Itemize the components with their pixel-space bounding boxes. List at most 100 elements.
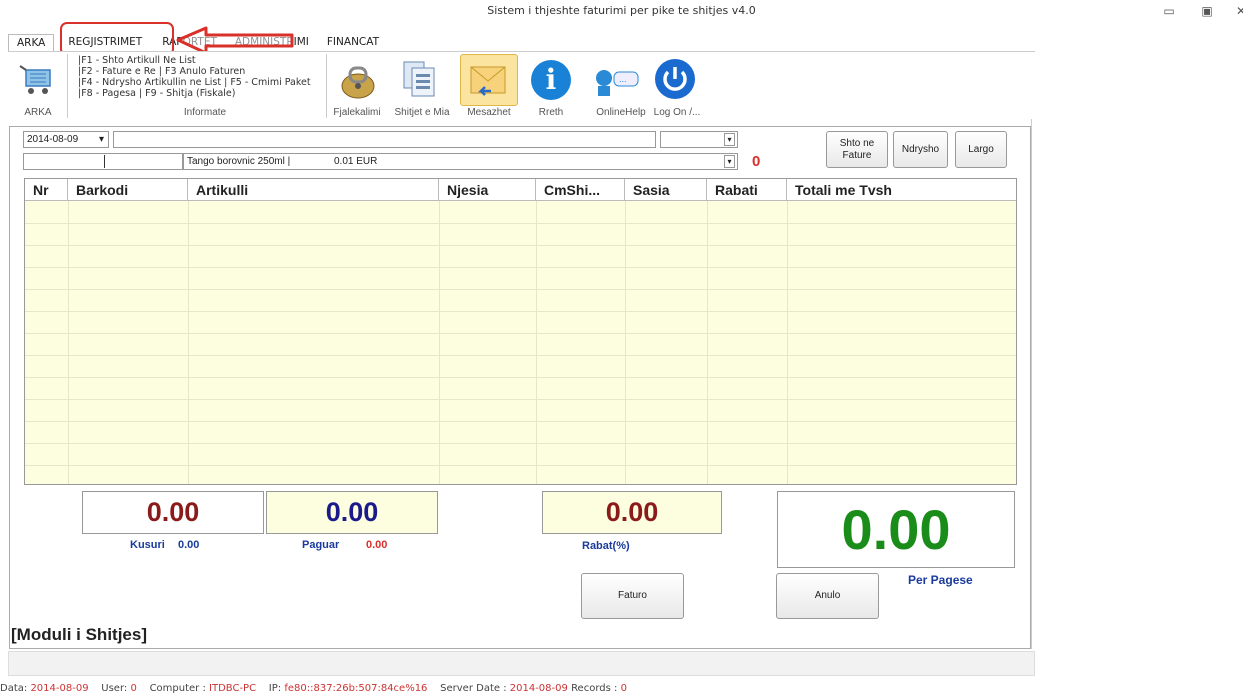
change-label: Kusuri bbox=[130, 539, 165, 551]
date-value: 2014-08-09 bbox=[27, 134, 79, 145]
item-count: 0 bbox=[752, 153, 761, 170]
dropdown-arrow-icon[interactable]: ▾ bbox=[724, 155, 735, 168]
module-title: [Moduli i Shitjes] bbox=[11, 625, 147, 644]
barcode-input[interactable] bbox=[113, 131, 656, 148]
status-date-value: 2014-08-09 bbox=[30, 683, 89, 694]
status-computer-value: ITDBC-PC bbox=[209, 683, 257, 694]
grid-column-line bbox=[787, 201, 788, 484]
dropdown-arrow-icon[interactable]: ▾ bbox=[724, 133, 735, 146]
ribbon-separator bbox=[326, 54, 327, 118]
column-header[interactable]: Sasia bbox=[625, 179, 707, 201]
right-panel bbox=[1031, 119, 1243, 649]
paid-value: 0.00 bbox=[366, 539, 388, 551]
bottom-strip bbox=[8, 651, 1035, 676]
add-to-invoice-button[interactable]: Shto ne Fature bbox=[826, 131, 888, 168]
status-records-label: Records : bbox=[571, 683, 618, 694]
status-bar: Data: 2014-08-09 User: 0 Computer : ITDB… bbox=[0, 683, 627, 694]
shortcut-line-1: |F1 - Shto Artikull Ne List bbox=[78, 55, 196, 66]
grid-header: Nr Barkodi Artikulli Njesia CmShi... Sas… bbox=[25, 179, 1016, 201]
ribbon-arka-label: ARKA bbox=[24, 107, 52, 118]
column-header[interactable]: Rabati bbox=[707, 179, 787, 201]
shortcut-line-2: |F2 - Fature e Re | F3 Anulo Faturen bbox=[78, 66, 246, 77]
info-icon[interactable]: i bbox=[531, 60, 571, 100]
invoice-button[interactable]: Faturo bbox=[581, 573, 684, 619]
password-lock-icon[interactable] bbox=[336, 58, 380, 102]
text-cursor bbox=[104, 155, 105, 168]
status-computer-label: Computer : bbox=[149, 683, 206, 694]
grid-column-line bbox=[439, 201, 440, 484]
status-user-label: User: bbox=[101, 683, 128, 694]
paid-label: Paguar bbox=[302, 539, 340, 551]
column-header[interactable]: Njesia bbox=[439, 179, 536, 201]
online-help-icon[interactable]: ... bbox=[594, 64, 640, 98]
grid-row-line bbox=[25, 245, 1016, 246]
log-on-button-label[interactable]: Log On /... bbox=[652, 107, 702, 118]
status-server-date-value: 2014-08-09 bbox=[509, 683, 568, 694]
remove-button[interactable]: Largo bbox=[955, 131, 1007, 168]
grid-row-line bbox=[25, 377, 1016, 378]
grid-column-line bbox=[707, 201, 708, 484]
discount-total[interactable]: 0.00 bbox=[542, 491, 722, 534]
status-records-value: 0 bbox=[620, 683, 627, 694]
grid-column-line bbox=[536, 201, 537, 484]
amount-due-label: Per Pagese bbox=[908, 573, 973, 587]
column-header[interactable]: Totali me Tvsh bbox=[787, 179, 1007, 201]
change-value: 0.00 bbox=[178, 539, 200, 551]
edit-button[interactable]: Ndrysho bbox=[893, 131, 948, 168]
svg-text:...: ... bbox=[619, 74, 627, 84]
shortcut-line-3: |F4 - Ndrysho Artikullin ne List | F5 - … bbox=[78, 77, 311, 88]
amount-due-total: 0.00 bbox=[777, 491, 1015, 568]
online-help-button-label[interactable]: OnlineHelp bbox=[590, 107, 652, 118]
maximize-icon[interactable]: ▣ bbox=[1198, 2, 1216, 20]
grid-row-line bbox=[25, 421, 1016, 422]
tab-financat[interactable]: FINANCAT bbox=[319, 34, 387, 51]
grid-column-line bbox=[68, 201, 69, 484]
ribbon-separator bbox=[67, 54, 68, 118]
unit-select[interactable]: ▾ bbox=[660, 131, 738, 148]
my-sales-icon[interactable] bbox=[400, 58, 444, 102]
messages-button-label[interactable]: Mesazhet bbox=[460, 107, 518, 118]
messages-icon[interactable] bbox=[460, 54, 518, 106]
paid-total[interactable]: 0.00 bbox=[266, 491, 438, 534]
grid-row-line bbox=[25, 399, 1016, 400]
invoice-grid[interactable]: Nr Barkodi Artikulli Njesia CmShi... Sas… bbox=[24, 178, 1017, 485]
chevron-down-icon[interactable]: ▾ bbox=[99, 132, 104, 147]
shopping-cart-icon[interactable] bbox=[18, 60, 58, 100]
status-server-date-label: Server Date : bbox=[440, 683, 507, 694]
tab-arka[interactable]: ARKA bbox=[8, 34, 55, 51]
change-total: 0.00 bbox=[82, 491, 264, 534]
status-ip-value: fe80::837:26b:507:84ce%16 bbox=[284, 683, 428, 694]
grid-row-line bbox=[25, 333, 1016, 334]
grid-row-line bbox=[25, 355, 1016, 356]
article-price: 0.01 EUR bbox=[334, 156, 378, 167]
grid-row-line bbox=[25, 289, 1016, 290]
grid-column-line bbox=[625, 201, 626, 484]
discount-label: Rabat(%) bbox=[582, 540, 630, 552]
grid-column-line bbox=[188, 201, 189, 484]
power-icon[interactable] bbox=[655, 59, 695, 99]
shortcut-line-4: |F8 - Pagesa | F9 - Shitja (Fiskale) bbox=[78, 88, 236, 99]
column-header[interactable]: CmShi... bbox=[536, 179, 625, 201]
grid-row-line bbox=[25, 223, 1016, 224]
cancel-button[interactable]: Anulo bbox=[776, 573, 879, 619]
minimize-icon[interactable]: ▭ bbox=[1160, 2, 1178, 20]
article-select[interactable]: Tango borovnic 250ml | 0.01 EUR ▾ bbox=[183, 153, 738, 170]
status-date-label: Data: bbox=[0, 683, 28, 694]
about-button-label[interactable]: Rreth bbox=[528, 107, 574, 118]
my-sales-button-label[interactable]: Shitjet e Mia bbox=[390, 107, 454, 118]
status-ip-label: IP: bbox=[268, 683, 282, 694]
column-header[interactable]: Barkodi bbox=[68, 179, 188, 201]
window-title: Sistem i thjeshte faturimi per pike te s… bbox=[487, 4, 756, 17]
shortcut-help: |F1 - Shto Artikull Ne List |F2 - Fature… bbox=[78, 55, 311, 99]
article-name: Tango borovnic 250ml | bbox=[187, 156, 291, 167]
column-header[interactable]: Nr bbox=[25, 179, 68, 201]
status-user-value: 0 bbox=[130, 683, 137, 694]
password-button-label[interactable]: Fjalekalimi bbox=[330, 107, 384, 118]
grid-row-line bbox=[25, 443, 1016, 444]
grid-row-line bbox=[25, 311, 1016, 312]
column-header[interactable]: Artikulli bbox=[188, 179, 439, 201]
quantity-input[interactable] bbox=[23, 153, 183, 170]
date-picker[interactable]: 2014-08-09 ▾ bbox=[23, 131, 109, 148]
ribbon-informate-label: Informate bbox=[183, 107, 227, 118]
close-icon[interactable]: ✕ bbox=[1232, 2, 1243, 20]
